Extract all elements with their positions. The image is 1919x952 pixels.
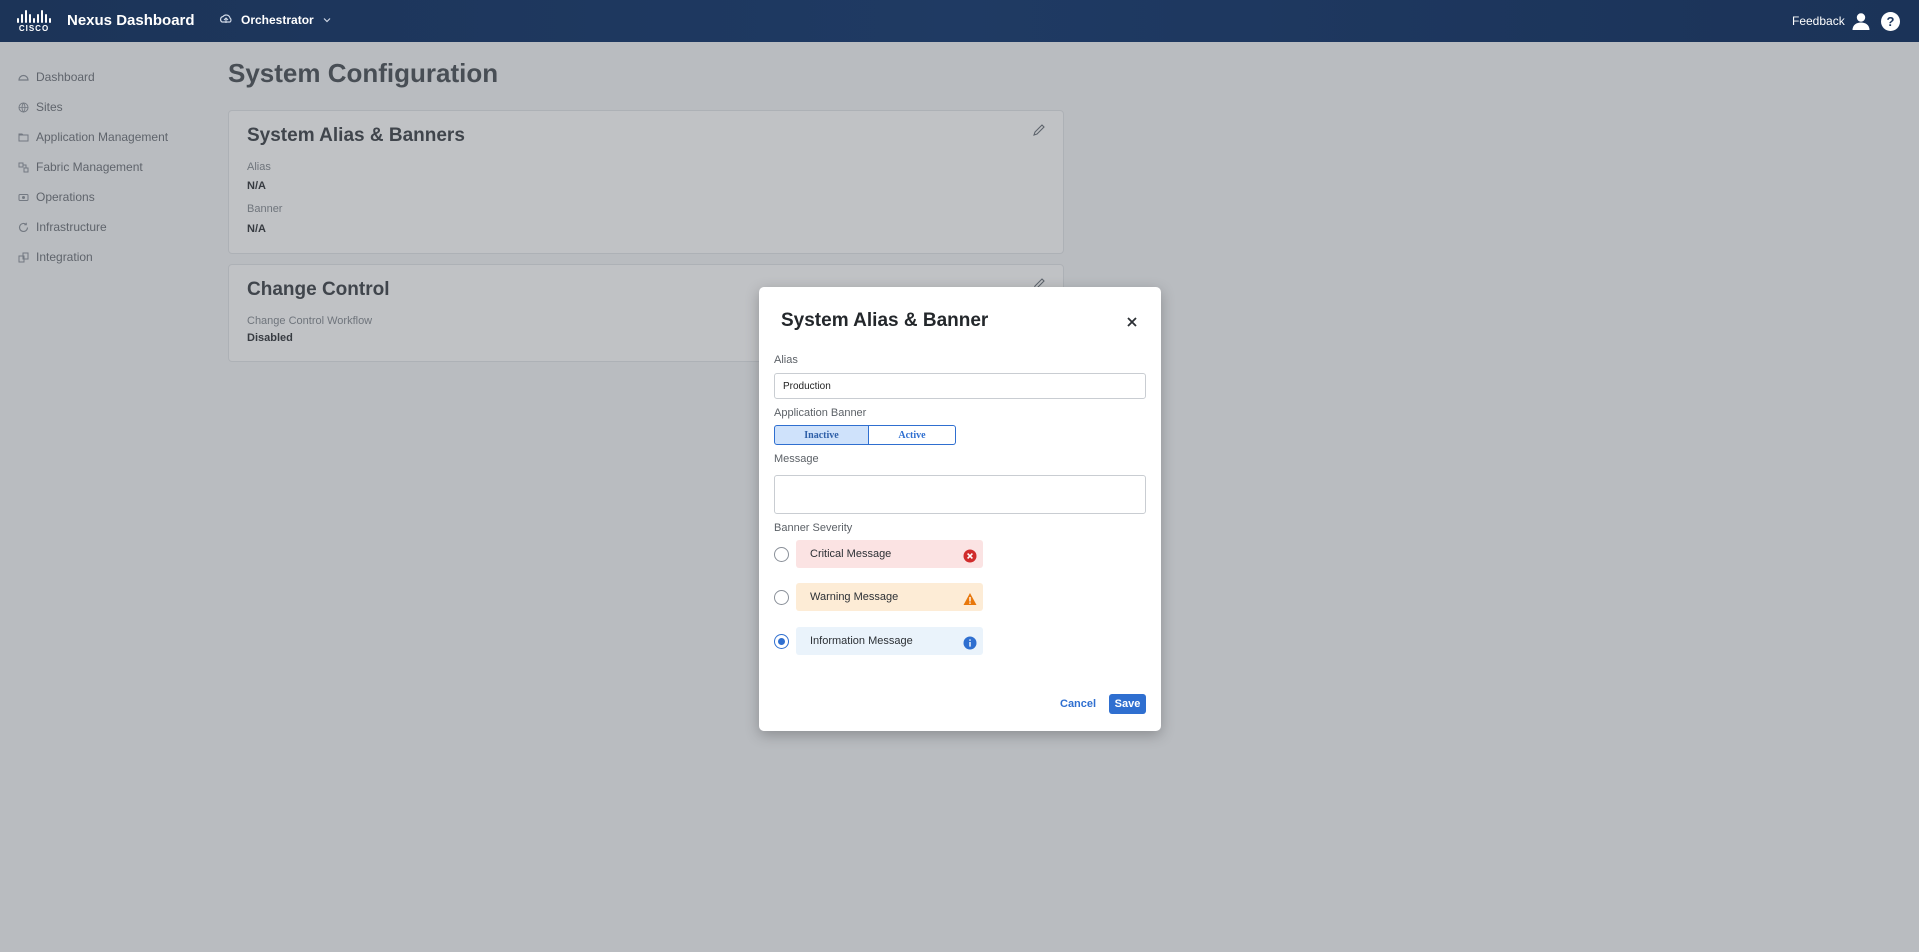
save-button[interactable]: Save [1109, 694, 1146, 714]
severity-option-warning[interactable]: Warning Message [774, 583, 983, 611]
top-navigation-bar: cisco Nexus Dashboard Orchestrator Feedb… [0, 0, 1919, 42]
cisco-wordmark: cisco [18, 24, 50, 33]
message-label: Message [774, 453, 819, 465]
app-title: Nexus Dashboard [67, 12, 195, 29]
alias-input[interactable] [774, 373, 1146, 399]
error-icon [963, 549, 977, 563]
cisco-logo: cisco [14, 9, 54, 35]
user-icon[interactable] [1851, 11, 1871, 31]
active-option[interactable]: Active [869, 425, 956, 445]
inactive-option[interactable]: Inactive [774, 425, 869, 445]
orchestrator-label: Orchestrator [241, 13, 314, 27]
information-message-label: Information Message [810, 635, 913, 647]
dialog-title: System Alias & Banner [781, 310, 989, 331]
banner-severity-label: Banner Severity [774, 522, 853, 534]
warning-message-label: Warning Message [810, 591, 899, 603]
warning-radio[interactable] [774, 589, 789, 605]
severity-option-information[interactable]: Information Message [774, 627, 983, 655]
warning-message-box: Warning Message [796, 583, 983, 611]
help-icon[interactable]: ? [1881, 12, 1900, 31]
feedback-link[interactable]: Feedback [1792, 14, 1845, 28]
critical-message-box: Critical Message [796, 540, 983, 568]
critical-message-label: Critical Message [810, 548, 892, 560]
application-banner-label: Application Banner [774, 407, 867, 419]
warning-icon [963, 593, 977, 605]
alias-field-label: Alias [774, 354, 798, 366]
chevron-down-icon [323, 18, 331, 23]
orchestrator-selector[interactable]: Orchestrator [219, 13, 332, 27]
system-alias-banner-dialog: System Alias & Banner Alias Application … [759, 287, 1161, 731]
information-radio[interactable] [774, 633, 789, 649]
banner-toggle: Inactive Active [774, 425, 956, 445]
orchestrator-icon [219, 14, 232, 23]
information-message-box: Information Message [796, 627, 983, 655]
critical-radio[interactable] [774, 546, 789, 562]
severity-option-critical[interactable]: Critical Message [774, 540, 983, 568]
cancel-button[interactable]: Cancel [1060, 698, 1096, 710]
message-input[interactable] [774, 475, 1146, 514]
close-icon[interactable] [1126, 316, 1138, 328]
info-icon [963, 636, 977, 650]
